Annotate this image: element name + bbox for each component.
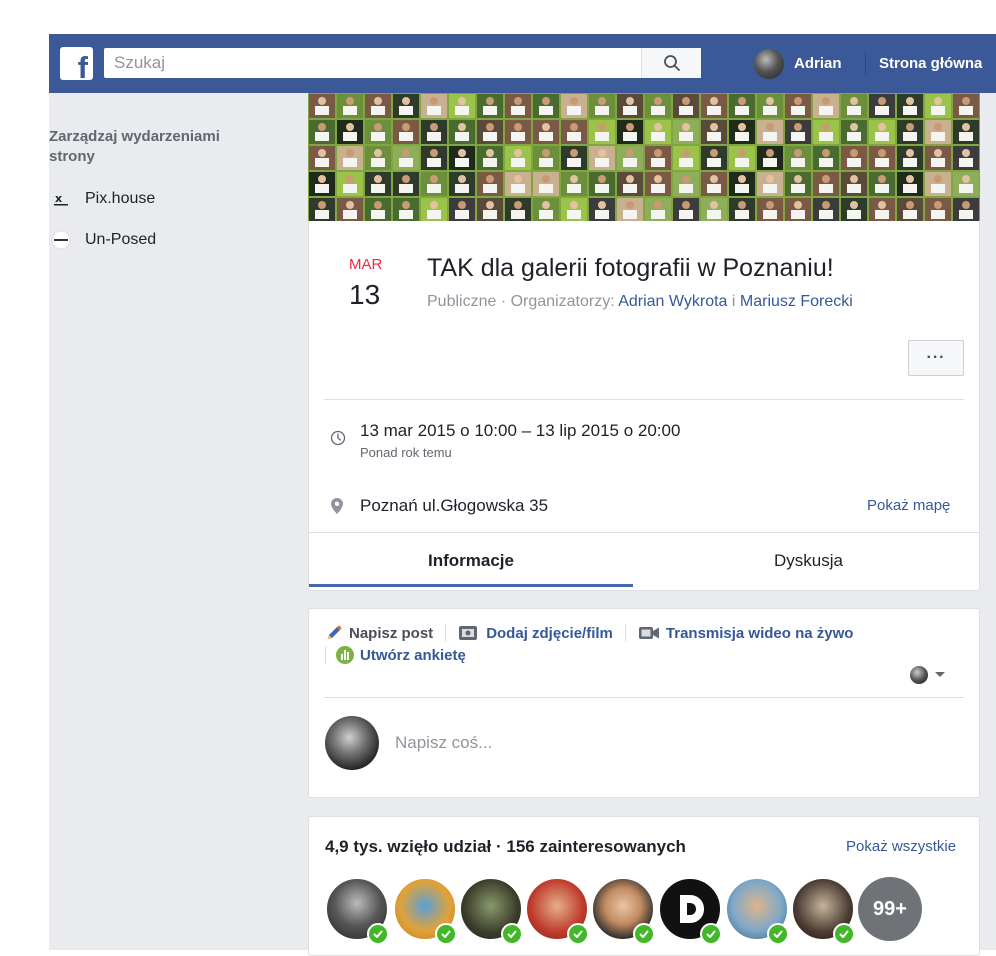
going-check-icon xyxy=(767,923,789,945)
separator xyxy=(445,624,447,642)
location-pin-icon xyxy=(331,498,343,514)
going-check-icon xyxy=(367,923,389,945)
photo-icon xyxy=(459,626,478,640)
pix-house-icon: x xyxy=(49,189,73,209)
organizer-link-2[interactable]: Mariusz Forecki xyxy=(740,293,853,310)
attendees-summary: 4,9 tys. wzięło udział · 156 zainteresow… xyxy=(325,837,686,856)
going-check-icon xyxy=(633,923,655,945)
svg-text:x: x xyxy=(55,192,62,205)
organizer-link-1[interactable]: Adrian Wykrota xyxy=(618,293,727,310)
event-location[interactable]: Poznań ul.Głogowska 35 xyxy=(360,496,548,516)
post-as-selector[interactable] xyxy=(910,666,946,684)
organizer-join: i xyxy=(731,293,736,310)
active-tab-indicator xyxy=(309,584,633,587)
event-date-month: MAR xyxy=(349,256,383,273)
event-time: 13 mar 2015 o 10:00 – 13 lip 2015 o 20:0… xyxy=(360,421,681,440)
live-video-action[interactable]: Transmisja wideo na żywo xyxy=(638,624,854,642)
search-icon xyxy=(663,55,680,71)
event-cover-photo xyxy=(308,93,980,221)
add-photo-label: Dodaj zdjęcie/film xyxy=(486,624,613,642)
write-something-input[interactable] xyxy=(395,733,935,753)
create-poll-action[interactable]: Utwórz ankietę xyxy=(325,646,466,664)
write-post-action[interactable]: Napisz post xyxy=(325,624,433,642)
pencil-icon xyxy=(328,625,342,639)
sidebar-item-label: Un-Posed xyxy=(85,231,157,248)
poll-icon xyxy=(336,646,354,664)
search-box xyxy=(104,48,701,78)
event-info-card: MAR 13 TAK dla galerii fotografii w Pozn… xyxy=(308,221,980,591)
going-check-icon xyxy=(501,923,523,945)
cover-mosaic-image xyxy=(308,93,980,221)
top-navigation-bar: f Adrian Strona główna xyxy=(49,34,996,93)
divider xyxy=(324,697,964,698)
clock-icon xyxy=(330,430,346,446)
chevron-down-icon xyxy=(935,672,945,677)
create-poll-label: Utwórz ankietę xyxy=(360,646,466,664)
going-check-icon xyxy=(567,923,589,945)
avatar xyxy=(910,666,928,684)
going-check-icon xyxy=(700,923,722,945)
sidebar-item-un-posed[interactable]: Un-Posed xyxy=(49,230,156,250)
post-composer: Napisz post Dodaj zdjęcie/film Transmisj… xyxy=(308,608,980,798)
search-button[interactable] xyxy=(641,48,701,78)
video-camera-icon xyxy=(638,627,659,639)
add-photo-action[interactable]: Dodaj zdjęcie/film xyxy=(458,624,613,642)
going-check-icon xyxy=(435,923,457,945)
logo-d-icon xyxy=(680,895,704,923)
event-privacy-organizers-label: Publiczne · Organizatorzy: xyxy=(427,293,615,310)
write-post-label: Napisz post xyxy=(349,624,434,642)
search-input[interactable] xyxy=(104,49,634,77)
avatar xyxy=(754,48,784,79)
event-meta: Publiczne · Organizatorzy: Adrian Wykrot… xyxy=(427,293,853,311)
going-check-icon xyxy=(833,923,855,945)
tab-informacje[interactable]: Informacje xyxy=(428,551,514,571)
more-options-button[interactable]: ··· xyxy=(908,340,964,376)
show-map-link[interactable]: Pokaż mapę xyxy=(867,497,950,514)
attendees-card: 4,9 tys. wzięło udział · 156 zainteresow… xyxy=(308,816,980,956)
tab-dyskusja[interactable]: Dyskusja xyxy=(774,551,843,571)
un-posed-icon xyxy=(49,230,73,250)
nav-home-link[interactable]: Strona główna xyxy=(879,55,982,72)
event-time-relative: Ponad rok temu xyxy=(360,445,452,460)
separator xyxy=(325,646,326,664)
live-video-label: Transmisja wideo na żywo xyxy=(665,624,854,642)
nav-divider xyxy=(865,52,866,75)
event-title: TAK dla galerii fotografii w Poznaniu! xyxy=(427,254,834,282)
sidebar-item-pix-house[interactable]: x Pix.house xyxy=(49,189,155,209)
avatar xyxy=(325,716,379,770)
more-attendees-count[interactable]: 99+ xyxy=(858,877,922,941)
divider xyxy=(309,532,979,533)
event-date-day: 13 xyxy=(349,279,381,310)
facebook-logo-icon[interactable]: f xyxy=(60,47,93,80)
separator xyxy=(624,624,626,642)
composer-actions: Napisz post Dodaj zdjęcie/film Transmisj… xyxy=(325,624,853,642)
sidebar-item-label: Pix.house xyxy=(85,190,156,207)
nav-user-name: Adrian xyxy=(794,55,842,72)
show-all-link[interactable]: Pokaż wszystkie xyxy=(846,838,956,855)
nav-user-profile[interactable]: Adrian xyxy=(754,47,842,80)
divider xyxy=(324,399,964,400)
sidebar-title: Zarządzaj wydarzeniami strony xyxy=(49,128,220,165)
